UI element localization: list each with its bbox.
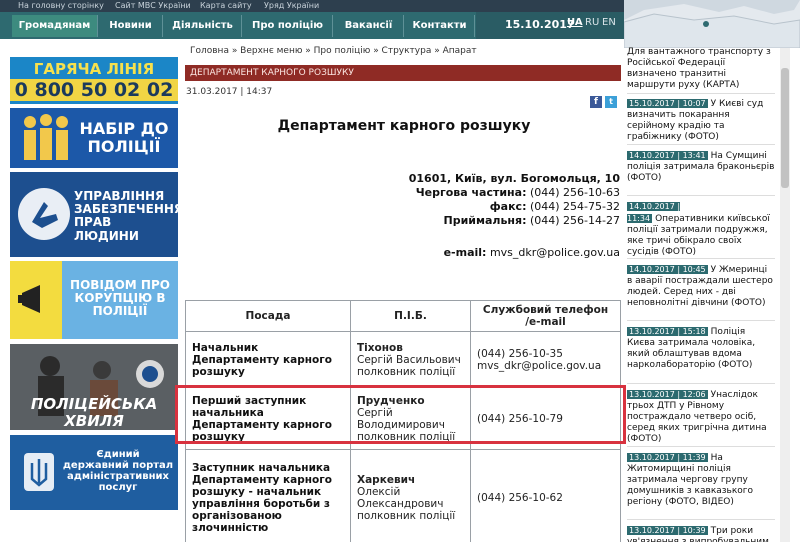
contact-fax: факс: (044) 254-75-32 — [489, 200, 620, 213]
table-header-row: Посада П.І.Б. Службовий телефон /e-mail — [185, 300, 621, 332]
facebook-share-icon[interactable]: f — [590, 96, 602, 108]
news-divider — [627, 383, 775, 384]
news-item[interactable]: 13.10.2017 | 10:39 Три роки ув'язнення з … — [627, 525, 775, 542]
recruit-text: НАБІР ДО ПОЛІЦІЇ — [79, 119, 169, 156]
row-person: Харкевич Олексій Олександрович полковник… — [350, 449, 471, 542]
nav-news[interactable]: Новини — [99, 15, 163, 37]
ukraine-map[interactable] — [624, 0, 800, 48]
row-person: Прудченко Сергій Володимирович полковник… — [350, 387, 471, 450]
news-item[interactable]: 13.10.2017 | 12:06 Унаслідок трьох ДТП у … — [627, 389, 775, 445]
news-divider — [627, 258, 775, 259]
news-item[interactable]: 13.10.2017 | 11:39 На Житомирщині поліція… — [627, 452, 775, 508]
row-person: Тіхонов Сергій Васильович полковник полі… — [350, 331, 471, 388]
header-position: Посада — [185, 300, 351, 332]
hotline-number: 0 800 50 02 02 — [10, 79, 178, 101]
news-item[interactable]: 14.10.2017 | 13:41 На Сумщині поліція зат… — [627, 150, 775, 184]
news-item[interactable]: 13.10.2017 | 15:18 Поліція Києва затримал… — [627, 326, 775, 371]
police-wave-banner[interactable]: ПОЛІЦЕЙСЬКА ХВИЛЯ — [10, 344, 178, 430]
row-contact: (044) 256-10-35 mvs_dkr@police.gov.ua — [470, 331, 621, 388]
nav-citizens[interactable]: Громадянам — [12, 15, 98, 37]
table-row: Заступник начальника Департаменту карног… — [185, 449, 621, 542]
staff-table: Посада П.І.Б. Службовий телефон /e-mail … — [185, 300, 621, 542]
news-item[interactable]: 14.10.2017 | 10:45 У Жмеринці в аварії по… — [627, 264, 775, 309]
news-item[interactable]: Для вантажного транспорту з Російської Ф… — [627, 47, 775, 91]
hand-shield-icon — [18, 188, 70, 240]
admin-portal-text: Єдиний державний портал адміністративних… — [62, 449, 174, 493]
nav-activity[interactable]: Діяльність — [164, 15, 242, 37]
current-date: 15.10.2017 — [505, 18, 575, 31]
map-icon — [624, 0, 800, 48]
nav-about-police[interactable]: Про поліцію — [243, 15, 333, 37]
trident-icon — [24, 453, 54, 491]
hotline-title: ГАРЯЧА ЛІНІЯ — [33, 60, 155, 78]
news-divider — [627, 144, 775, 145]
admin-portal-banner[interactable]: Єдиний державний портал адміністративних… — [10, 435, 178, 510]
corruption-banner[interactable]: ПОВІДОМ ПРО КОРУПЦІЮ В ПОЛІЦІЇ — [10, 261, 178, 339]
contact-reception: Приймальня: (044) 256-14-27 — [443, 214, 621, 227]
hotline-banner[interactable]: ГАРЯЧА ЛІНІЯ 0 800 50 02 02 — [10, 57, 178, 104]
police-officers-icon — [24, 114, 68, 160]
news-divider — [627, 519, 775, 520]
row-position: Заступник начальника Департаменту карног… — [185, 449, 351, 542]
news-divider — [627, 93, 775, 94]
recruit-banner[interactable]: НАБІР ДО ПОЛІЦІЇ — [10, 108, 178, 168]
section-bar: ДЕПАРТАМЕНТ КАРНОГО РОЗШУКУ — [185, 65, 621, 81]
top-link-home[interactable]: На головну сторінку — [18, 1, 104, 10]
top-link-sitemap[interactable]: Карта сайту — [200, 1, 252, 10]
header-name: П.І.Б. — [350, 300, 471, 332]
row-contact: (044) 256-10-79 — [470, 387, 621, 450]
email-link[interactable]: mvs_dkr@police.gov.ua — [490, 246, 620, 259]
nav-contacts[interactable]: Контакти — [405, 15, 475, 37]
lang-en[interactable]: EN — [602, 17, 616, 28]
news-item[interactable]: 14.10.2017 | 11:34 Оперативники київської… — [627, 201, 775, 258]
contact-email: e-mail: mvs_dkr@police.gov.ua — [443, 246, 620, 259]
news-item[interactable]: 15.10.2017 | 10:07 У Києві суд визначить … — [627, 98, 775, 143]
lang-ru[interactable]: RU — [585, 17, 599, 28]
page-title: Департамент карного розшуку — [277, 118, 531, 134]
row-email-link[interactable]: mvs_dkr@police.gov.ua — [477, 360, 601, 372]
police-wave-text: ПОЛІЦЕЙСЬКА ХВИЛЯ — [30, 395, 158, 430]
contact-address: 01601, Київ, вул. Богомольця, 10 — [408, 172, 620, 185]
row-position: Начальник Департаменту карного розшуку — [185, 331, 351, 388]
row-position: Перший заступник начальника Департаменту… — [185, 387, 351, 450]
publish-date: 31.03.2017 | 14:37 — [186, 87, 273, 97]
news-divider — [627, 446, 775, 447]
table-row: Перший заступник начальника Департаменту… — [185, 387, 621, 450]
human-rights-banner[interactable]: УПРАВЛІННЯ ЗАБЕЗПЕЧЕННЯ ПРАВ ЛЮДИНИ — [10, 172, 178, 257]
breadcrumb[interactable]: Головна » Верхнє меню » Про поліцію » Ст… — [190, 46, 477, 56]
row-contact: (044) 256-10-62 — [470, 449, 621, 542]
lang-ua[interactable]: UA — [567, 17, 583, 28]
contact-duty: Чергова частина: (044) 256-10-63 — [415, 186, 620, 199]
table-row: Начальник Департаменту карного розшуку Т… — [185, 331, 621, 388]
news-divider — [627, 195, 775, 196]
nav-vacancies[interactable]: Вакансії — [334, 15, 404, 37]
megaphone-icon — [10, 261, 62, 339]
human-rights-text: УПРАВЛІННЯ ЗАБЕЗПЕЧЕННЯ ПРАВ ЛЮДИНИ — [74, 189, 178, 243]
top-link-mvs[interactable]: Сайт МВС України — [115, 1, 191, 10]
news-divider — [627, 320, 775, 321]
corruption-text: ПОВІДОМ ПРО КОРУПЦІЮ В ПОЛІЦІЇ — [70, 278, 170, 319]
twitter-share-icon[interactable]: t — [605, 96, 617, 108]
news-scroll-thumb[interactable] — [781, 68, 789, 188]
top-link-government[interactable]: Уряд України — [264, 1, 319, 10]
header-phone: Службовий телефон /e-mail — [470, 300, 621, 332]
